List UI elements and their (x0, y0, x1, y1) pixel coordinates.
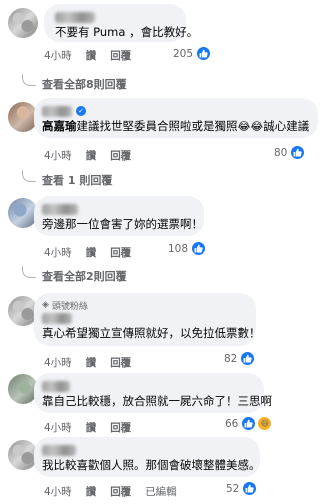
reply-thread-line (22, 266, 36, 278)
view-replies-link[interactable]: 查看 1 則回覆 (22, 170, 112, 188)
reaction-count: 82 (224, 352, 238, 365)
view-replies-label[interactable]: 查看全部8則回覆 (42, 76, 127, 92)
haha-icon: 😆 (257, 416, 273, 431)
timestamp[interactable]: 4小時 (44, 355, 72, 370)
like-button[interactable]: 讚 (86, 148, 97, 163)
thumbs-up-icon (191, 241, 207, 256)
timestamp[interactable]: 4小時 (44, 484, 72, 499)
thumbs-up-icon (241, 416, 257, 431)
view-replies-label[interactable]: 查看 1 則回覆 (42, 172, 112, 188)
comment-text: 我比較喜歡個人照。那個會破壞整體美感。 (42, 458, 261, 472)
reaction-summary[interactable]: 66 😆 (225, 416, 273, 431)
reaction-count: 66 (225, 417, 239, 430)
view-replies-label[interactable]: 查看全部2則回覆 (42, 268, 127, 284)
reaction-summary[interactable]: 52 (226, 481, 258, 496)
comment-text: 高嘉瑜建議找世堅委員合照啦或是獨照😂😂誠心建議 (42, 118, 310, 135)
reaction-count: 80 (274, 146, 288, 159)
comment-actions: 4小時 讚 回覆 (44, 48, 131, 63)
thumbs-up-icon (242, 481, 258, 496)
reaction-summary[interactable]: 205 (173, 46, 212, 61)
timestamp[interactable]: 4小時 (44, 420, 72, 435)
diamond-icon: ◈ (42, 300, 49, 310)
top-fan-badge: ◈ 頭號粉絲 (42, 299, 245, 312)
mentioned-author[interactable]: 高嘉瑜 (42, 119, 77, 133)
timestamp[interactable]: 4小時 (44, 245, 72, 260)
badge-label: 頭號粉絲 (51, 301, 88, 312)
comment-bubble: ✓ 高嘉瑜建議找世堅委員合照啦或是獨照😂😂誠心建議 (34, 98, 318, 138)
reply-thread-line (22, 170, 36, 182)
timestamp[interactable]: 4小時 (44, 148, 72, 163)
author-name-blurred[interactable] (42, 105, 72, 117)
comment-text: 旁邊那一位會害了妳的選票啊！ (42, 217, 203, 231)
like-button[interactable]: 讚 (86, 484, 97, 499)
reaction-count: 108 (168, 242, 189, 255)
comment-bubble: ◈ 頭號粉絲 真心希望獨立宣傳照就好，以免拉低票數！ (34, 293, 261, 346)
laughing-emoji-icon: 😂😂 (237, 120, 264, 133)
comment-text-tail: 誠心建議 (263, 119, 310, 133)
comment-text-body: 建議找世堅委員合照啦或是獨照 (76, 119, 238, 133)
like-button[interactable]: 讚 (86, 245, 97, 260)
thumbs-up-icon (196, 46, 212, 61)
comment-text: 不要有 Puma ，會比教好。 (55, 25, 199, 39)
reply-button[interactable]: 回覆 (110, 484, 131, 499)
reply-button[interactable]: 回覆 (110, 148, 131, 163)
author-name-blurred[interactable] (42, 203, 78, 215)
comment-actions: 4小時 讚 回覆 (44, 420, 131, 435)
view-replies-link[interactable]: 查看全部2則回覆 (22, 266, 127, 284)
reply-button[interactable]: 回覆 (110, 355, 131, 370)
comment-bubble: 靠自己比較穩，放合照就一屍六命了！三思啊 (34, 373, 272, 413)
like-button[interactable]: 讚 (86, 355, 97, 370)
like-button[interactable]: 讚 (86, 420, 97, 435)
reaction-count: 205 (173, 47, 194, 60)
comment-actions: 4小時 讚 回覆 (44, 148, 131, 163)
author-name-blurred[interactable] (55, 11, 95, 23)
verified-icon: ✓ (76, 106, 86, 116)
comment-bubble: 我比較喜歡個人照。那個會破壞整體美感。 (34, 437, 261, 477)
comment-bubble: 旁邊那一位會害了妳的選票啊！ (34, 196, 204, 236)
comment-actions: 4小時 讚 回覆 (44, 355, 131, 370)
reply-button[interactable]: 回覆 (110, 48, 131, 63)
comment-text: 真心希望獨立宣傳照就好，以免拉低票數！ (42, 326, 261, 340)
timestamp[interactable]: 4小時 (44, 48, 72, 63)
thumbs-up-icon (290, 145, 306, 160)
reply-button[interactable]: 回覆 (110, 245, 131, 260)
comment-actions: 4小時 讚 回覆 (44, 245, 131, 260)
edited-label[interactable]: 已編輯 (145, 484, 177, 499)
author-name-blurred[interactable] (42, 312, 72, 324)
author-name-blurred[interactable] (42, 444, 76, 456)
reply-button[interactable]: 回覆 (110, 420, 131, 435)
comment-text: 靠自己比較穩，放合照就一屍六命了！三思啊 (42, 394, 272, 408)
reaction-summary[interactable]: 108 (168, 241, 207, 256)
reply-thread-line (22, 74, 36, 86)
like-button[interactable]: 讚 (86, 48, 97, 63)
comment-bubble: 不要有 Puma ，會比教好。 (44, 4, 199, 42)
author-name-blurred[interactable] (42, 380, 70, 392)
reaction-summary[interactable]: 82 (224, 351, 256, 366)
comment-actions: 4小時 讚 回覆 已編輯 (44, 484, 177, 499)
avatar[interactable] (8, 8, 38, 38)
view-replies-link[interactable]: 查看全部8則回覆 (22, 74, 127, 92)
thumbs-up-icon (240, 351, 256, 366)
reaction-count: 52 (226, 482, 240, 495)
reaction-summary[interactable]: 80 (274, 145, 306, 160)
